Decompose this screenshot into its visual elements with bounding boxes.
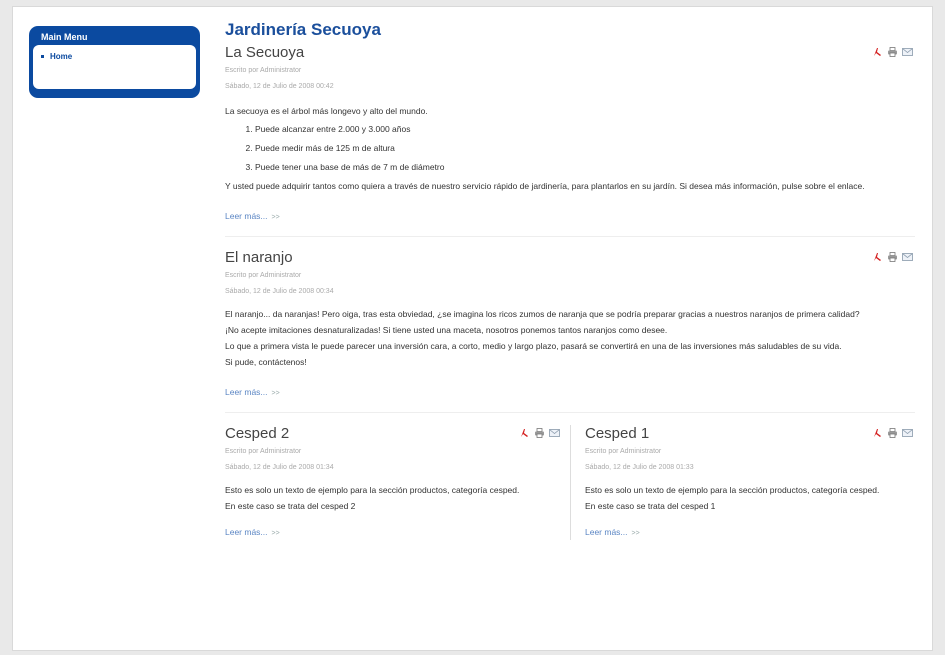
article-paragraph: Y usted puede adquirir tantos como quier…	[225, 181, 865, 191]
pdf-icon[interactable]	[872, 252, 883, 262]
article-paragraph: ¡No acepte imitaciones desnaturalizadas!…	[225, 325, 668, 335]
read-more-label: Leer más...	[225, 211, 268, 221]
print-icon[interactable]	[887, 428, 898, 438]
article-paragraph: La secuoya es el árbol más longevo y alt…	[225, 106, 428, 116]
article-paragraph: El naranjo... da naranjas! Pero oiga, tr…	[225, 309, 860, 319]
article-date: Sábado, 12 de Julio de 2008 00:42	[225, 83, 334, 90]
main-menu-title: Main Menu	[41, 32, 88, 42]
pdf-icon[interactable]	[519, 428, 530, 438]
main-menu-body: Home	[33, 45, 196, 89]
article-author: Escrito por Administrator	[225, 272, 302, 279]
main-menu: Main Menu Home	[29, 26, 200, 98]
article-icons	[519, 428, 560, 438]
read-more-link[interactable]: Leer más... >>	[225, 386, 915, 400]
article-paragraph: Si pude, contáctenos!	[225, 357, 307, 367]
article-paragraph: Esto es solo un texto de ejemplo para la…	[225, 485, 520, 495]
article-author: Escrito por Administrator	[225, 448, 302, 455]
read-more-link[interactable]: Leer más... >>	[585, 526, 915, 540]
bullet-icon	[41, 55, 44, 59]
article: La Secuoya Escrito por Administrator Sáb…	[225, 44, 915, 224]
read-more-link[interactable]: Leer más... >>	[225, 210, 915, 224]
site-title[interactable]: Jardinería Secuoya	[225, 19, 915, 41]
article-columns: Cesped 2 Escrito por Administrator Sábad…	[225, 425, 915, 540]
article-paragraph: En este caso se trata del cesped 2	[225, 501, 356, 511]
article-paragraph: Lo que a primera vista le puede parecer …	[225, 341, 842, 351]
print-icon[interactable]	[887, 47, 898, 57]
read-more-label: Leer más...	[225, 387, 268, 397]
article-paragraph: En este caso se trata del cesped 1	[585, 501, 716, 511]
read-more-arrow: >>	[271, 390, 280, 397]
article-date: Sábado, 12 de Julio de 2008 00:34	[225, 288, 334, 295]
read-more-link[interactable]: Leer más... >>	[225, 526, 570, 540]
list-item: Puede alcanzar entre 2.000 y 3.000 años	[255, 123, 915, 135]
email-icon[interactable]	[549, 428, 560, 438]
article-date: Sábado, 12 de Julio de 2008 01:34	[225, 464, 334, 471]
read-more-label: Leer más...	[225, 527, 268, 537]
page: Main Menu Home Jardinería Secuoya La Sec…	[12, 6, 933, 651]
menu-item-label: Home	[50, 52, 73, 61]
article-icons	[872, 252, 913, 262]
print-icon[interactable]	[887, 252, 898, 262]
read-more-arrow: >>	[271, 214, 280, 221]
article-title: La Secuoya	[225, 44, 305, 61]
article: Cesped 1 Escrito por Administrator Sábad…	[570, 425, 915, 540]
main-content: Jardinería Secuoya La Secuoya Escrito po…	[225, 19, 915, 540]
menu-item-home[interactable]: Home	[41, 51, 188, 63]
article-author: Escrito por Administrator	[225, 67, 302, 74]
article-title: El naranjo	[225, 249, 293, 266]
article-divider	[225, 412, 915, 413]
list-item: Puede medir más de 125 m de altura	[255, 142, 915, 154]
pdf-icon[interactable]	[872, 428, 883, 438]
list-item: Puede tener una base de más de 7 m de di…	[255, 161, 915, 173]
print-icon[interactable]	[534, 428, 545, 438]
email-icon[interactable]	[902, 252, 913, 262]
email-icon[interactable]	[902, 428, 913, 438]
article-icons	[872, 428, 913, 438]
article-list: Puede alcanzar entre 2.000 y 3.000 años …	[255, 123, 915, 173]
read-more-arrow: >>	[271, 530, 280, 537]
pdf-icon[interactable]	[872, 47, 883, 57]
article-paragraph: Esto es solo un texto de ejemplo para la…	[585, 485, 880, 495]
read-more-arrow: >>	[631, 530, 640, 537]
read-more-label: Leer más...	[585, 527, 628, 537]
article-divider	[225, 236, 915, 237]
article-icons	[872, 47, 913, 57]
article-author: Escrito por Administrator	[585, 448, 662, 455]
article-title: Cesped 1	[585, 425, 650, 442]
article: Cesped 2 Escrito por Administrator Sábad…	[225, 425, 570, 540]
article-date: Sábado, 12 de Julio de 2008 01:33	[585, 464, 694, 471]
email-icon[interactable]	[902, 47, 913, 57]
article: El naranjo Escrito por Administrator Sáb…	[225, 249, 915, 400]
